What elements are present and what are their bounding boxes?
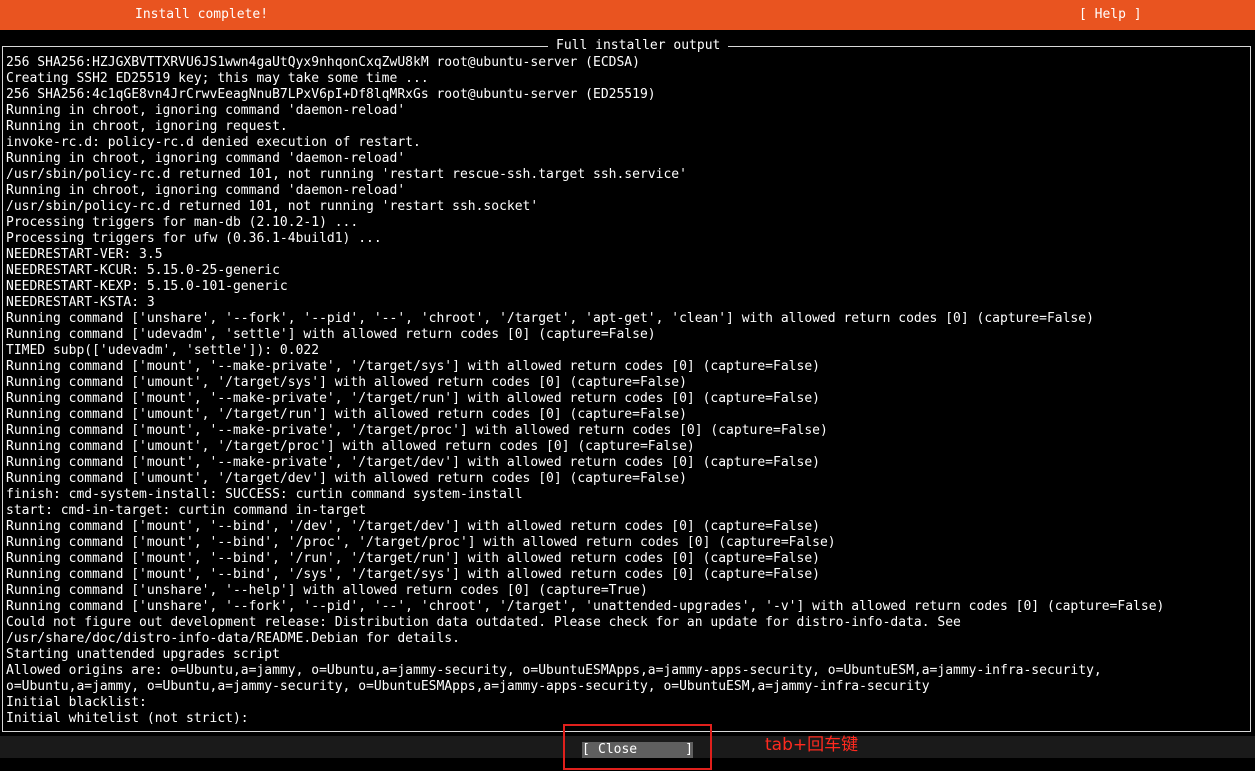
log-line: /usr/sbin/policy-rc.d returned 101, not …: [6, 167, 687, 182]
log-line: NEEDRESTART-KCUR: 5.15.0-25-generic: [6, 263, 280, 278]
log-line: Running command ['mount', '--make-privat…: [6, 423, 828, 438]
log-line: Running command ['mount', '--make-privat…: [6, 455, 820, 470]
log-line: 256 SHA256:4c1qGE8vn4JrCrwvEeagNnuB7LPxV…: [6, 87, 656, 102]
log-line: Running command ['umount', '/target/proc…: [6, 439, 695, 454]
log-line: Running command ['mount', '--bind', '/pr…: [6, 535, 836, 550]
log-line: Creating SSH2 ED25519 key; this may take…: [6, 71, 429, 86]
log-line: start: cmd-in-target: curtin command in-…: [6, 503, 367, 518]
log-line: Starting unattended upgrades script: [6, 647, 280, 662]
log-line: Running command ['unshare', '--fork', '-…: [6, 599, 1165, 614]
log-line: Running in chroot, ignoring request.: [6, 119, 288, 134]
log-line: NEEDRESTART-KSTA: 3: [6, 295, 155, 310]
header-title: Install complete!: [135, 7, 269, 22]
log-line: Running command ['mount', '--bind', '/de…: [6, 519, 820, 534]
log-line: Running command ['umount', '/target/dev'…: [6, 471, 687, 486]
log-line: o=Ubuntu,a=jammy, o=Ubuntu,a=jammy-secur…: [6, 679, 930, 694]
log-line: /usr/sbin/policy-rc.d returned 101, not …: [6, 199, 539, 214]
log-line: Running command ['mount', '--make-privat…: [6, 391, 820, 406]
log-line: Initial blacklist:: [6, 695, 147, 710]
log-line: Running command ['mount', '--make-privat…: [6, 359, 820, 374]
annotation-text: tab+回车键: [765, 735, 859, 755]
log-line: Running command ['unshare', '--help'] wi…: [6, 583, 648, 598]
log-line: Running in chroot, ignoring command 'dae…: [6, 103, 406, 118]
log-line: Could not figure out development release…: [6, 615, 961, 630]
log-line: /usr/share/doc/distro-info-data/README.D…: [6, 631, 460, 646]
log-line: TIMED subp(['udevadm', 'settle']): 0.022: [6, 343, 320, 358]
log-line: 256 SHA256:HZJGXBVTTXRVU6JS1wwn4gaUtQyx9…: [6, 55, 640, 70]
header-bar: Install complete! [ Help ]: [0, 0, 1255, 30]
log-line: Allowed origins are: o=Ubuntu,a=jammy, o…: [6, 663, 1102, 678]
log-line: Running command ['umount', '/target/sys'…: [6, 375, 687, 390]
log-line: NEEDRESTART-KEXP: 5.15.0-101-generic: [6, 279, 288, 294]
log-line: NEEDRESTART-VER: 3.5: [6, 247, 163, 262]
installer-screen: Install complete! [ Help ] Full installe…: [0, 0, 1255, 771]
log-line: Running command ['mount', '--bind', '/sy…: [6, 567, 820, 582]
log-line: Running command ['mount', '--bind', '/ru…: [6, 551, 820, 566]
log-line: Running in chroot, ignoring command 'dae…: [6, 151, 406, 166]
log-line: Running command ['umount', '/target/run'…: [6, 407, 687, 422]
log-line: Processing triggers for man-db (2.10.2-1…: [6, 215, 359, 230]
log-line: finish: cmd-system-install: SUCCESS: cur…: [6, 487, 523, 502]
annotation-highlight-box: [563, 724, 712, 770]
log-line: invoke-rc.d: policy-rc.d denied executio…: [6, 135, 421, 150]
log-line: Running command ['udevadm', 'settle'] wi…: [6, 327, 656, 342]
log-line: Processing triggers for ufw (0.36.1-4bui…: [6, 231, 382, 246]
installer-log[interactable]: 256 SHA256:HZJGXBVTTXRVU6JS1wwn4gaUtQyx9…: [6, 55, 1246, 727]
help-button[interactable]: [ Help ]: [1079, 6, 1142, 24]
log-line: Running command ['unshare', '--fork', '-…: [6, 311, 1094, 326]
panel-title: Full installer output: [548, 38, 729, 54]
log-line: Running in chroot, ignoring command 'dae…: [6, 183, 406, 198]
